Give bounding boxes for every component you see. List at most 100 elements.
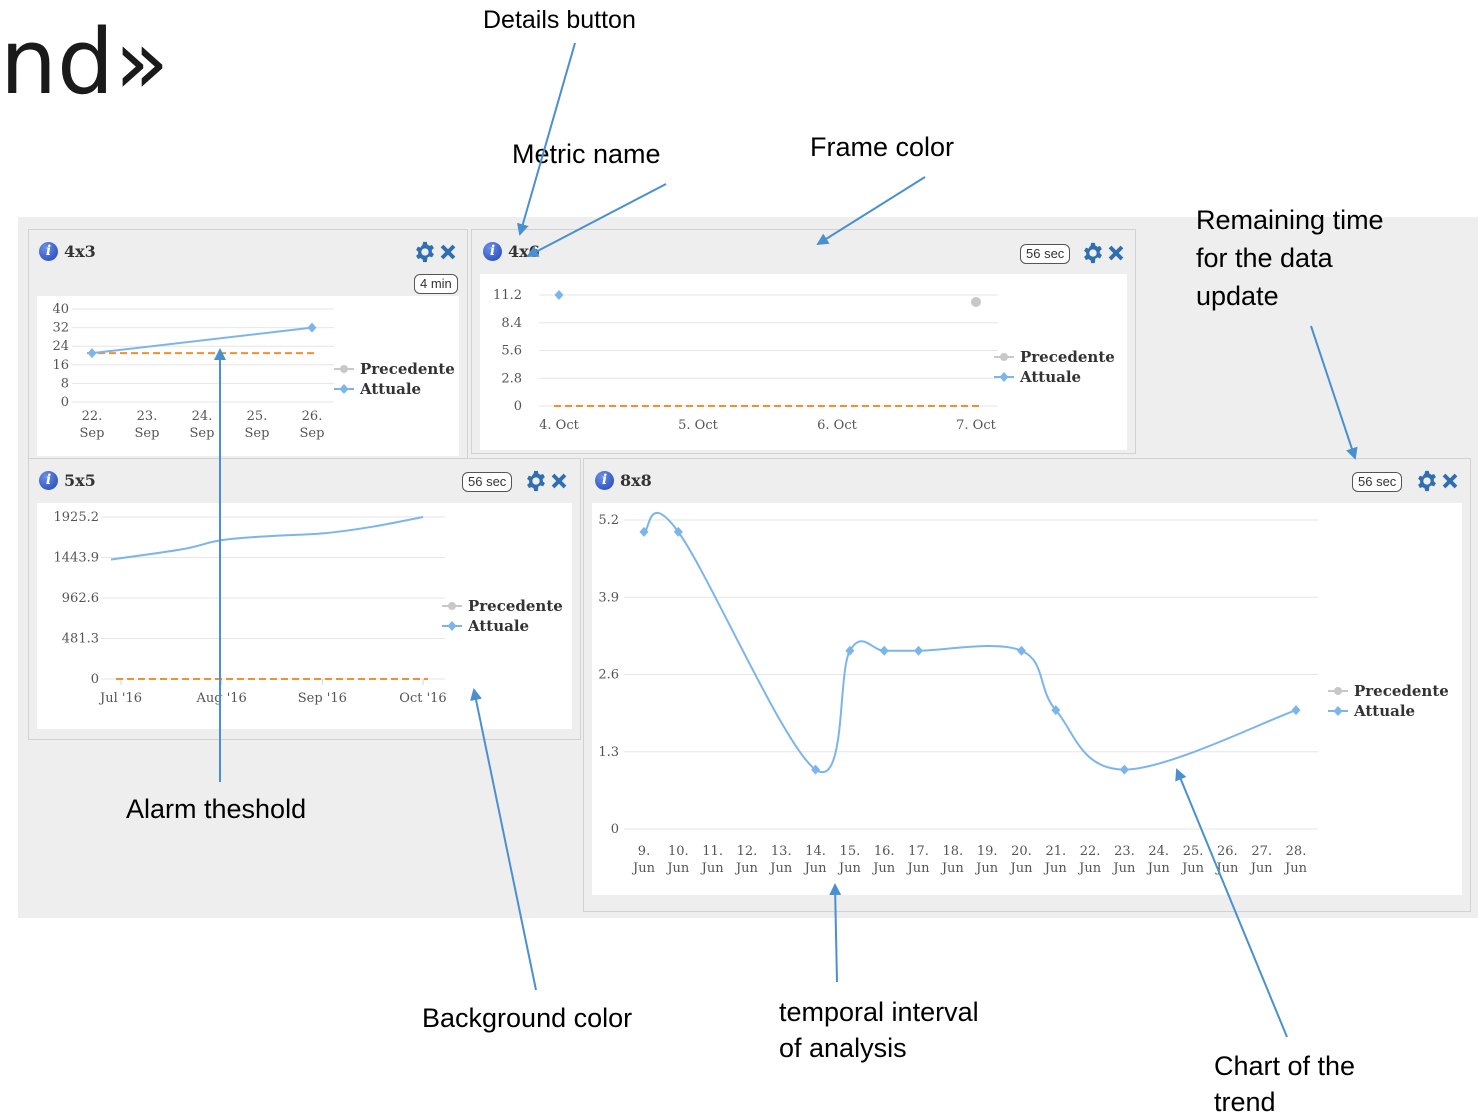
data-point [999,372,1009,382]
x-tick-label: Sep [190,426,215,441]
y-tick-label: 2.6 [598,668,619,683]
gear-icon[interactable] [1082,242,1104,264]
x-tick-label: Jul '16 [98,691,142,706]
x-tick-label: 23. [1114,844,1135,859]
data-point [554,290,564,300]
refresh-timer-badge: 56 sec [462,472,513,492]
y-tick-label: 16 [52,358,69,373]
x-tick-label: 25. [1183,844,1204,859]
data-point [1119,764,1129,775]
annotation-line: temporal interval [779,997,979,1027]
refresh-timer-badge: 56 sec [1020,244,1071,264]
legend-marker [448,602,456,610]
x-tick-label: Jun [700,861,725,876]
x-tick-label: Jun [1283,861,1308,876]
x-tick-label: 15. [840,844,861,859]
x-tick-label: Sep [135,426,160,441]
x-tick-label: 12. [737,844,758,859]
widget-8x8: i 8x8 56 sec 0 1.3 2.6 3.9 5.2 9. Jun 10. Jun 11.… [583,458,1471,912]
info-icon[interactable]: i [483,242,502,261]
data-point [87,348,97,359]
x-tick-label: Jun [1214,861,1239,876]
series-line [110,516,424,561]
info-icon[interactable]: i [39,471,58,490]
y-tick-label: 3.9 [598,590,619,605]
legend-marker [340,365,348,373]
metric-name: 4x3 [64,242,96,261]
y-tick-label: 2.8 [501,371,522,386]
x-tick-label: Jun [1043,861,1068,876]
chart-area: 0 481.3 962.6 1443.9 1925.2 Jul '16 Aug '16 Sep… [37,503,572,729]
chart-area: 0 1.3 2.6 3.9 5.2 9. Jun 10. Jun 11. Jun 12. Jun 13. J… [592,503,1462,895]
x-tick-label: 7. Oct [956,418,996,433]
legend-label: Precedente [1020,348,1115,366]
x-tick-label: 13. [771,844,792,859]
legend-label: Attuale [467,617,529,635]
x-tick-label: Oct '16 [399,691,446,706]
y-tick-label: 0 [61,395,69,410]
gear-icon[interactable] [1416,470,1438,492]
x-tick-label: 14. [805,844,826,859]
refresh-timer-badge: 4 min [414,274,458,294]
data-point [914,645,924,656]
annotation-metric-name: Metric name [512,139,661,169]
x-tick-label: Jun [631,861,656,876]
close-icon[interactable] [437,241,459,263]
close-icon[interactable] [1105,242,1127,264]
gear-icon[interactable] [414,241,436,263]
data-point [339,384,349,394]
data-point [971,296,981,307]
x-tick-label: 21. [1045,844,1066,859]
x-tick-label: Jun [1249,861,1274,876]
widget-header: i 5x5 56 sec [29,459,580,499]
refresh-timer-badge: 56 sec [1352,472,1403,492]
series-line [91,326,313,355]
close-icon[interactable] [1439,470,1461,492]
x-tick-label: Jun [1077,861,1102,876]
x-tick-label: Sep [300,426,325,441]
close-icon[interactable] [548,470,570,492]
annotation-line: trend [1214,1087,1276,1117]
x-tick-label: Jun [906,861,931,876]
legend-marker [1000,353,1008,361]
y-tick-label: 1.3 [598,745,619,760]
data-point [1016,645,1026,656]
info-icon[interactable]: i [595,471,614,490]
chart-area: 0 2.8 5.6 8.4 11.2 4. Oct 5. Oct 6. Oct 7. Oct Pr… [480,274,1127,450]
x-tick-label: 23. [137,409,158,424]
x-tick-label: Jun [803,861,828,876]
x-tick-label: 4. Oct [539,418,579,433]
widget-header: i 4x6 56 sec [472,230,1135,270]
x-tick-label: 24. [1148,844,1169,859]
annotation-line: Chart of the [1214,1051,1356,1081]
trend-chart: 0 8 16 24 32 40 22. Sep 23. Sep 24. Sep 25. Sep 26. Sep… [52,302,455,441]
legend-label: Precedente [360,360,455,378]
annotation-alarm-threshold: Alarm theshold [126,794,307,824]
x-tick-label: Jun [974,861,999,876]
y-tick-label: 1925.2 [54,510,100,525]
data-point [1291,705,1301,716]
metric-name: 5x5 [64,471,96,490]
y-tick-label: 40 [52,302,69,317]
x-tick-label: 24. [192,409,213,424]
x-tick-label: Aug '16 [195,691,246,706]
y-tick-label: 1443.9 [54,551,100,566]
x-tick-label: 26. [1217,844,1238,859]
trend-chart: 0 2.8 5.6 8.4 11.2 4. Oct 5. Oct 6. Oct 7. Oct Pr… [493,288,1115,433]
x-tick-label: Jun [1008,861,1033,876]
gear-icon[interactable] [525,470,547,492]
widget-header: i 4x3 [29,230,467,270]
y-tick-label: 962.6 [62,591,99,606]
y-tick-label: 5.2 [598,513,619,528]
x-tick-label: Sep '16 [298,691,347,706]
annotation-remaining-time: Remaining time for the data update [1196,202,1384,314]
x-tick-label: 22. [82,409,103,424]
annotation-frame-color: Frame color [810,132,955,162]
y-tick-label: 0 [91,672,99,687]
annotation-line: of analysis [779,1033,907,1063]
widget-5x5: i 5x5 56 sec 0 481.3 962.6 1443.9 1925.2 Jul … [28,458,581,740]
trend-chart: 0 481.3 962.6 1443.9 1925.2 Jul '16 Aug '16 Sep… [54,510,563,706]
x-tick-label: 11. [702,844,723,859]
info-icon[interactable]: i [39,242,58,261]
y-tick-label: 11.2 [493,288,522,303]
